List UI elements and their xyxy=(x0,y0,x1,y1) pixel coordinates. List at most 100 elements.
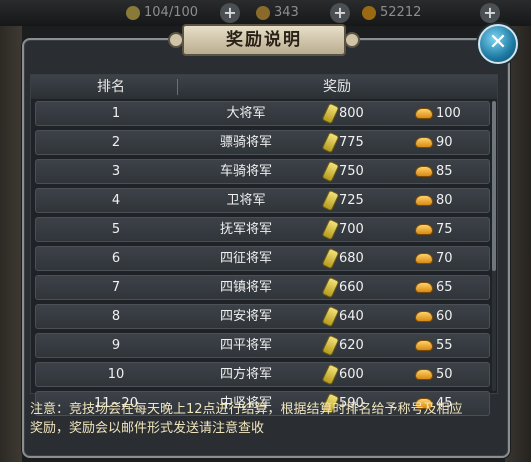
row-token-amount: 600 xyxy=(339,367,364,382)
row-rank: 10 xyxy=(107,367,125,382)
row-token-reward: 800 xyxy=(322,102,386,125)
close-icon[interactable]: ✕ xyxy=(489,30,507,55)
row-token-amount: 700 xyxy=(339,222,364,237)
add-gold-button[interactable]: + xyxy=(480,3,500,23)
row-title: 四安将军 xyxy=(219,309,272,324)
row-gold-amount: 70 xyxy=(436,251,453,266)
row-rank: 3 xyxy=(111,164,121,179)
row-gold-reward: 80 xyxy=(416,189,476,212)
row-token-reward: 640 xyxy=(322,305,386,328)
stamina-icon xyxy=(126,5,140,20)
token-icon xyxy=(322,161,339,182)
gold-display: 52212 xyxy=(362,3,421,23)
row-title: 四征将军 xyxy=(219,251,272,266)
row-title: 骠骑将军 xyxy=(219,135,272,150)
row-token-amount: 620 xyxy=(339,338,364,353)
row-token-reward: 660 xyxy=(322,276,386,299)
token-icon xyxy=(322,103,339,124)
row-token-amount: 680 xyxy=(339,251,364,266)
token-icon xyxy=(322,190,339,211)
gold-ingot-icon xyxy=(416,109,432,118)
row-title: 四平将军 xyxy=(219,338,272,353)
row-rank: 1 xyxy=(111,106,121,121)
row-gold-reward: 100 xyxy=(416,102,476,125)
table-row: 2 骠骑将军 775 90 xyxy=(35,130,490,155)
settlement-note: 注意：竞技场会在每天晚上12点进行结算，根据结算时排名给予称号及相应 奖励，奖励… xyxy=(30,400,500,438)
coin-icon xyxy=(256,5,270,20)
gold-ingot-icon xyxy=(416,370,432,379)
row-title: 四方将军 xyxy=(219,367,272,382)
gold-ingot-icon xyxy=(416,167,432,176)
row-gold-reward: 75 xyxy=(416,218,476,241)
row-token-reward: 620 xyxy=(322,334,386,357)
gold-ingot-icon xyxy=(416,283,432,292)
row-rank: 5 xyxy=(111,222,121,237)
row-token-reward: 700 xyxy=(322,218,386,241)
add-coin-button[interactable]: + xyxy=(330,3,350,23)
stamina-display: 104/100 xyxy=(126,3,198,23)
scroll-thumb[interactable] xyxy=(492,101,496,271)
token-icon xyxy=(322,306,339,327)
row-gold-reward: 70 xyxy=(416,247,476,270)
note-line-2: 奖励，奖励会以邮件形式发送请注意查收 xyxy=(30,421,265,436)
table-row: 10 四方将军 600 50 xyxy=(35,362,490,387)
row-gold-amount: 65 xyxy=(436,280,453,295)
gold-ingot-icon xyxy=(416,138,432,147)
row-gold-amount: 80 xyxy=(436,193,453,208)
add-stamina-button[interactable]: + xyxy=(220,3,240,23)
row-title: 大将军 xyxy=(226,106,266,121)
token-icon xyxy=(322,277,339,298)
row-gold-reward: 50 xyxy=(416,363,476,386)
row-gold-amount: 60 xyxy=(436,309,453,324)
table-row: 5 抚军将军 700 75 xyxy=(35,217,490,242)
background-left-panel xyxy=(0,26,22,462)
table-row: 6 四征将军 680 70 xyxy=(35,246,490,271)
row-token-reward: 600 xyxy=(322,363,386,386)
row-gold-reward: 85 xyxy=(416,160,476,183)
table-header: 排名 奖励 xyxy=(31,75,497,99)
table-row: 9 四平将军 620 55 xyxy=(35,333,490,358)
note-line-1: 注意：竞技场会在每天晚上12点进行结算，根据结算时排名给予称号及相应 xyxy=(30,402,463,417)
dialog-title: 奖励说明 xyxy=(168,24,360,56)
row-gold-amount: 85 xyxy=(436,164,453,179)
gold-ingot-icon xyxy=(416,225,432,234)
row-token-amount: 750 xyxy=(339,164,364,179)
row-gold-reward: 55 xyxy=(416,334,476,357)
row-gold-amount: 75 xyxy=(436,222,453,237)
row-token-reward: 680 xyxy=(322,247,386,270)
table-row: 1 大将军 800 100 xyxy=(35,101,490,126)
token-icon xyxy=(322,248,339,269)
row-gold-reward: 65 xyxy=(416,276,476,299)
row-gold-amount: 100 xyxy=(436,106,461,121)
row-token-amount: 660 xyxy=(339,280,364,295)
row-gold-reward: 60 xyxy=(416,305,476,328)
row-rank: 9 xyxy=(111,338,121,353)
reward-table: 排名 奖励 1 大将军 800 100 2 骠骑将军 775 90 3 车骑将军 750 85 4 卫将军… xyxy=(30,74,498,416)
token-icon xyxy=(322,335,339,356)
row-gold-reward: 90 xyxy=(416,131,476,154)
token-icon xyxy=(322,219,339,240)
gold-ingot-icon xyxy=(362,5,376,20)
row-title: 卫将军 xyxy=(226,193,266,208)
row-title: 车骑将军 xyxy=(219,164,272,179)
row-token-amount: 725 xyxy=(339,193,364,208)
row-token-reward: 775 xyxy=(322,131,386,154)
row-gold-amount: 90 xyxy=(436,135,453,150)
row-gold-amount: 50 xyxy=(436,367,453,382)
reward-rows[interactable]: 1 大将军 800 100 2 骠骑将军 775 90 3 车骑将军 750 85 4 卫将军 725 80 5… xyxy=(35,101,490,420)
row-title: 抚军将军 xyxy=(219,222,272,237)
table-row: 4 卫将军 725 80 xyxy=(35,188,490,213)
row-token-amount: 775 xyxy=(339,135,364,150)
row-rank: 2 xyxy=(111,135,121,150)
row-rank: 6 xyxy=(111,251,121,266)
close-button[interactable]: ✕ xyxy=(478,24,518,64)
row-rank: 4 xyxy=(111,193,121,208)
token-icon xyxy=(322,132,339,153)
table-row: 7 四镇将军 660 65 xyxy=(35,275,490,300)
scrollbar[interactable] xyxy=(492,101,496,391)
gold-ingot-icon xyxy=(416,312,432,321)
row-rank: 8 xyxy=(111,309,121,324)
gold-ingot-icon xyxy=(416,341,432,350)
header-rank: 排名 xyxy=(97,79,125,95)
gold-ingot-icon xyxy=(416,196,432,205)
